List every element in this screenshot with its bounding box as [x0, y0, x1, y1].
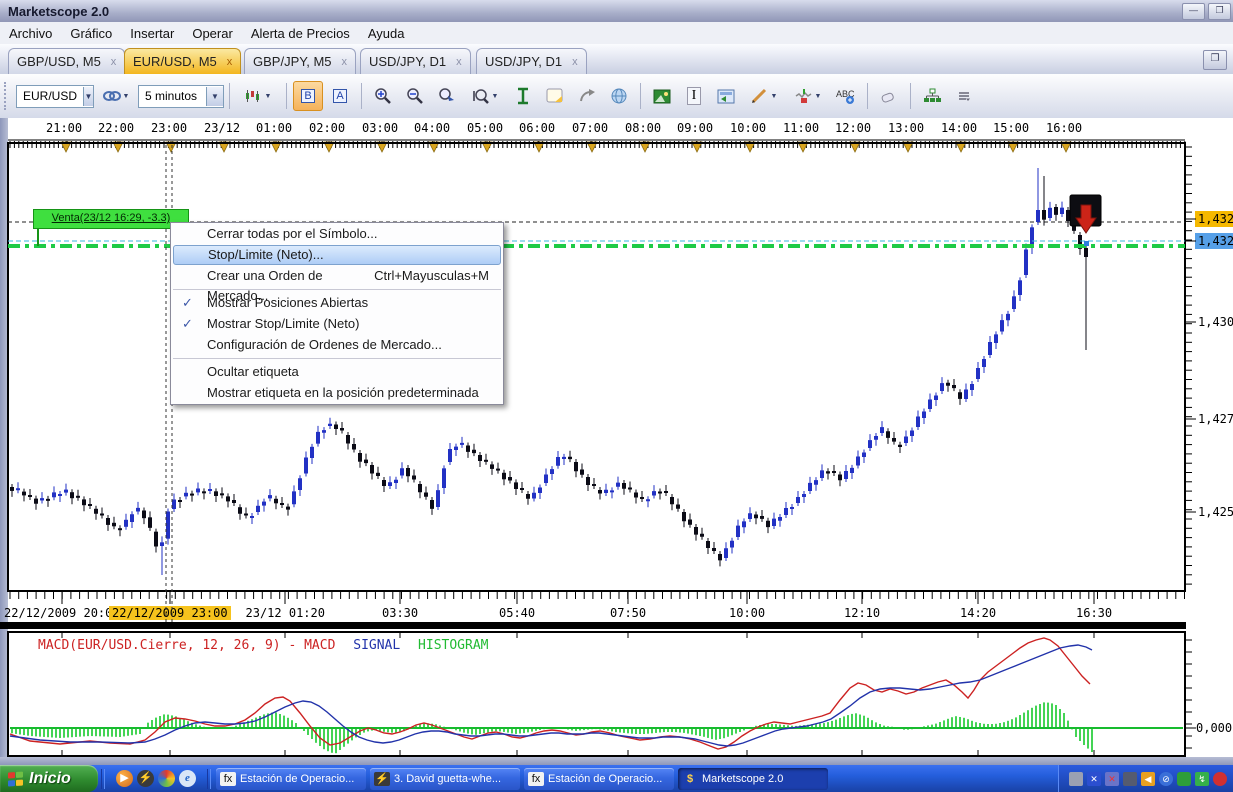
menu-separator	[173, 358, 501, 359]
menu-item-mostrar-etiqueta[interactable]: Mostrar etiqueta en la posición predeter…	[173, 383, 501, 403]
menu-item-mostrar-posiciones[interactable]: ✓Mostrar Posiciones Abiertas	[173, 293, 501, 313]
menu-item-cerrar-todas[interactable]: Cerrar todas por el Símbolo...	[173, 224, 501, 244]
open-position-label[interactable]: Venta(23/12 16:29, -3.3)	[33, 209, 189, 229]
check-icon: ✓	[182, 314, 193, 334]
shortcut-label: Ctrl+Mayusculas+M	[374, 266, 489, 286]
menu-item-stop-limite[interactable]: Stop/Limite (Neto)...	[173, 245, 501, 265]
marketscope-window: Marketscope 2.0 — ❐ Archivo Gráfico Inse…	[0, 0, 1233, 792]
check-icon: ✓	[182, 293, 193, 313]
macd-signal-label: SIGNAL	[353, 638, 400, 653]
macd-indicator-title: MACD(EUR/USD.Cierre, 12, 26, 9) - MACD S…	[38, 638, 489, 653]
macd-histogram-label: HISTOGRAM	[418, 638, 488, 653]
menu-item-mostrar-stop-limite[interactable]: ✓Mostrar Stop/Limite (Neto)	[173, 314, 501, 334]
macd-title: MACD(EUR/USD.Cierre, 12, 26, 9) - MACD	[38, 638, 335, 653]
menu-item-ocultar-etiqueta[interactable]: Ocultar etiqueta	[173, 362, 501, 382]
menu-item-crear-orden[interactable]: Ctrl+Mayusculas+MCrear una Orden de Merc…	[173, 266, 501, 286]
menu-item-configuracion-ordenes[interactable]: Configuración de Ordenes de Mercado...	[173, 335, 501, 355]
context-menu: Cerrar todas por el Símbolo... Stop/Limi…	[170, 222, 504, 405]
